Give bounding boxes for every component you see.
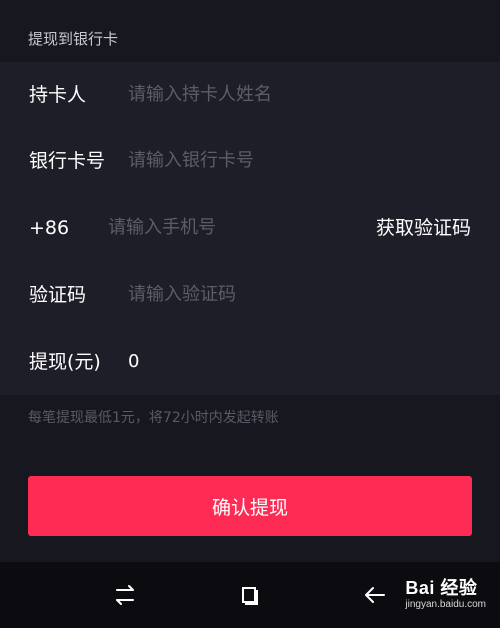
- baidu-jingyan-watermark: Bai 经验 jingyan.baidu.com: [405, 578, 486, 611]
- phone-row[interactable]: +86 请输入手机号 获取验证码: [0, 195, 500, 261]
- card-number-row[interactable]: 银行卡号 请输入银行卡号: [0, 128, 500, 194]
- withdraw-form: 持卡人 请输入持卡人姓名 银行卡号 请输入银行卡号 +86 请输入手机号 获取验…: [0, 62, 500, 395]
- cardholder-label: 持卡人: [29, 84, 87, 106]
- watermark-logo-text: Bai 经验: [405, 578, 478, 598]
- code-row[interactable]: 验证码 请输入验证码: [0, 262, 500, 328]
- withdraw-hint: 每笔提现最低1元，将72小时内发起转账: [28, 410, 279, 426]
- phone-input[interactable]: 请输入手机号: [108, 216, 216, 240]
- section-title: 提现到银行卡: [28, 30, 119, 48]
- square-icon[interactable]: [235, 580, 265, 610]
- code-label: 验证码: [29, 284, 87, 306]
- code-input[interactable]: 请输入验证码: [128, 283, 236, 307]
- amount-row[interactable]: 提现(元) 0: [0, 329, 500, 395]
- card-number-input[interactable]: 请输入银行卡号: [128, 149, 254, 173]
- card-number-label: 银行卡号: [29, 150, 106, 172]
- cardholder-row[interactable]: 持卡人 请输入持卡人姓名: [0, 62, 500, 128]
- switch-arrows-icon[interactable]: [110, 580, 140, 610]
- amount-input[interactable]: 0: [128, 350, 139, 374]
- watermark-url: jingyan.baidu.com: [405, 599, 486, 610]
- get-code-button[interactable]: 获取验证码: [376, 216, 471, 240]
- back-arrow-icon[interactable]: [360, 580, 390, 610]
- cardholder-input[interactable]: 请输入持卡人姓名: [128, 83, 272, 107]
- confirm-withdraw-button[interactable]: 确认提现: [28, 476, 472, 536]
- country-code[interactable]: +86: [29, 216, 69, 240]
- amount-label: 提现(元): [29, 351, 101, 373]
